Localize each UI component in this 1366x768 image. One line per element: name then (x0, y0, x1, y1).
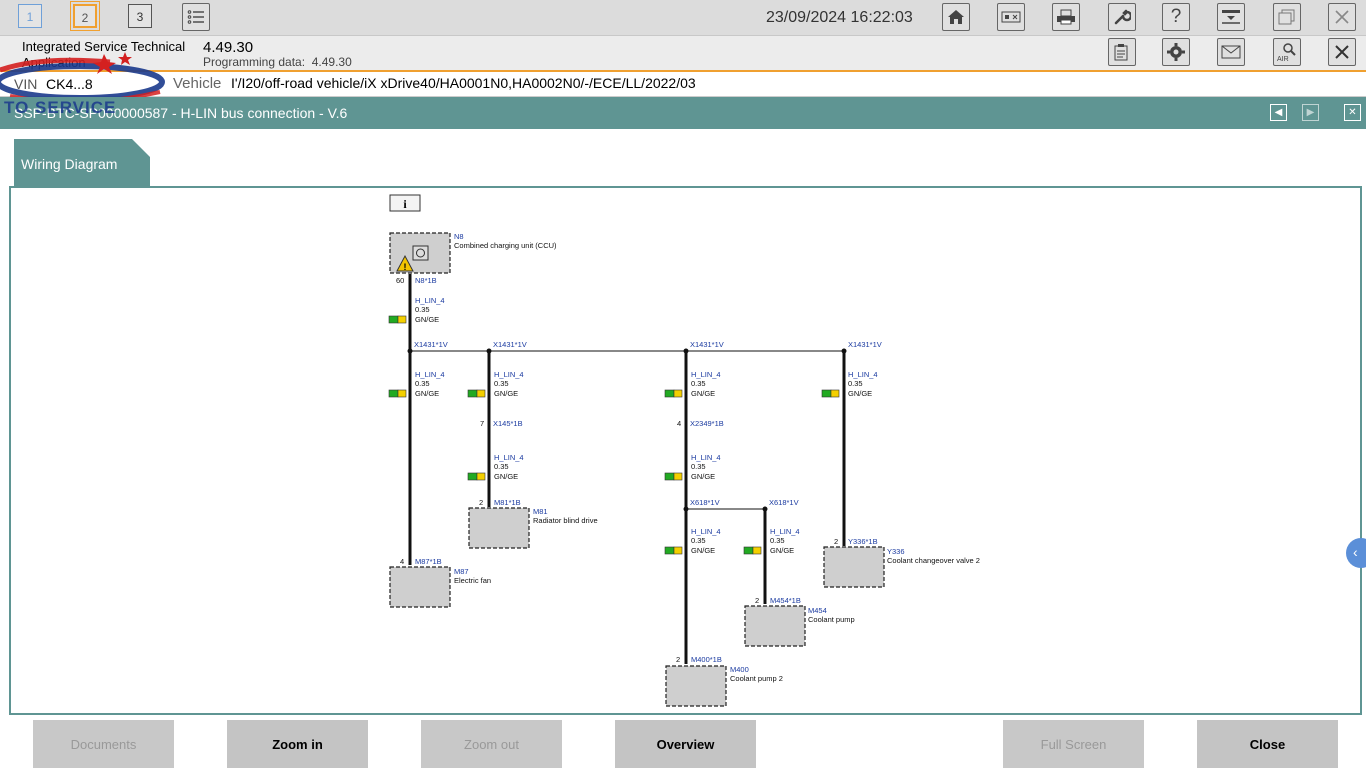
wire-size: 0.35 (494, 379, 509, 388)
zoom-out-button[interactable]: Zoom out (421, 720, 562, 768)
component-id[interactable]: M87 (454, 567, 469, 576)
splice-id[interactable]: X1431*1V (414, 340, 448, 349)
wire-color-code: GN/GE (494, 389, 518, 398)
wire-color-code: GN/GE (691, 472, 715, 481)
component-m400-box (665, 665, 727, 707)
connector-id[interactable]: Y336*1B (848, 537, 878, 546)
wire-color-code: GN/GE (415, 389, 439, 398)
wire-size: 0.35 (691, 379, 706, 388)
documents-button[interactable]: Documents (33, 720, 174, 768)
wire-color-swatch (664, 472, 683, 481)
wire-color-swatch (664, 389, 683, 398)
pin-number: 2 (755, 596, 759, 605)
wire-color-swatch (821, 389, 840, 398)
pin-number: 2 (834, 537, 838, 546)
wire-label[interactable]: H_LIN_4 (691, 527, 721, 536)
wire-color-swatch (743, 546, 762, 555)
splice-id[interactable]: X1431*1V (848, 340, 882, 349)
component-name: Radiator blind drive (533, 516, 598, 525)
wire-size: 0.35 (691, 462, 706, 471)
pin-number: 60 (396, 276, 404, 285)
wire-size: 0.35 (494, 462, 509, 471)
full-screen-button[interactable]: Full Screen (1003, 720, 1144, 768)
wire-size: 0.35 (770, 536, 785, 545)
component-id[interactable]: M454 (808, 606, 827, 615)
control-unit-icon (412, 245, 429, 261)
component-name: Coolant changeover valve 2 (887, 556, 980, 565)
wire-color-swatch (467, 472, 486, 481)
overview-button[interactable]: Overview (615, 720, 756, 768)
component-id[interactable]: N8 (454, 232, 464, 241)
wire-color-code: GN/GE (415, 315, 439, 324)
connector-id[interactable]: M81*1B (494, 498, 521, 507)
chevron-left-icon: ‹ (1353, 544, 1358, 560)
wire-color-code: GN/GE (494, 472, 518, 481)
svg-text:!: ! (404, 262, 407, 272)
pin-number: 7 (480, 419, 484, 428)
wire-color-code: GN/GE (770, 546, 794, 555)
wire-label[interactable]: H_LIN_4 (691, 453, 721, 462)
connector-id[interactable]: X145*1B (493, 419, 523, 428)
connector-id[interactable]: X2349*1B (690, 419, 724, 428)
connector-id[interactable]: M400*1B (691, 655, 722, 664)
wire-size: 0.35 (415, 379, 430, 388)
component-id[interactable]: M81 (533, 507, 548, 516)
wire-size: 0.35 (415, 305, 430, 314)
wire-label[interactable]: H_LIN_4 (494, 453, 524, 462)
wire-color-swatch (388, 389, 407, 398)
wire-label[interactable]: H_LIN_4 (415, 370, 445, 379)
component-name: Coolant pump (808, 615, 855, 624)
splice-id[interactable]: X1431*1V (690, 340, 724, 349)
wire-label[interactable]: H_LIN_4 (494, 370, 524, 379)
wiring-diagram: i ! H_LIN_40.35GN/GEH_LIN_40.35GN/GEH_LI… (388, 194, 980, 707)
zoom-in-button[interactable]: Zoom in (227, 720, 368, 768)
wire-color-code: GN/GE (691, 546, 715, 555)
wire-label[interactable]: H_LIN_4 (848, 370, 878, 379)
pin-number: 4 (400, 557, 404, 566)
component-m81-box (468, 507, 530, 549)
component-name: Combined charging unit (CCU) (454, 241, 557, 250)
connector-id[interactable]: X618*1V (690, 498, 720, 507)
component-name: Electric fan (454, 576, 491, 585)
wire-color-swatch (467, 389, 486, 398)
splice-id[interactable]: X1431*1V (493, 340, 527, 349)
wire-color-swatch (664, 546, 683, 555)
wire-color-code: GN/GE (691, 389, 715, 398)
wire-color-code: GN/GE (848, 389, 872, 398)
component-name: Coolant pump 2 (730, 674, 783, 683)
component-m454-box (744, 605, 806, 647)
connector-id[interactable]: M454*1B (770, 596, 801, 605)
pin-number: 2 (676, 655, 680, 664)
wire-label[interactable]: H_LIN_4 (770, 527, 800, 536)
connector-id[interactable]: N8*1B (415, 276, 437, 285)
pin-number: 4 (677, 419, 681, 428)
pin-number: 2 (479, 498, 483, 507)
component-id[interactable]: Y336 (887, 547, 905, 556)
wire-label[interactable]: H_LIN_4 (415, 296, 445, 305)
connector-id[interactable]: X618*1V (769, 498, 799, 507)
close-button[interactable]: Close (1197, 720, 1338, 768)
wire-label[interactable]: H_LIN_4 (691, 370, 721, 379)
wire-color-swatch (388, 315, 407, 324)
connector-id[interactable]: M87*1B (415, 557, 442, 566)
wire-size: 0.35 (691, 536, 706, 545)
component-y336-box (823, 546, 885, 588)
wire-size: 0.35 (848, 379, 863, 388)
component-id[interactable]: M400 (730, 665, 749, 674)
component-m87-box (389, 566, 451, 608)
